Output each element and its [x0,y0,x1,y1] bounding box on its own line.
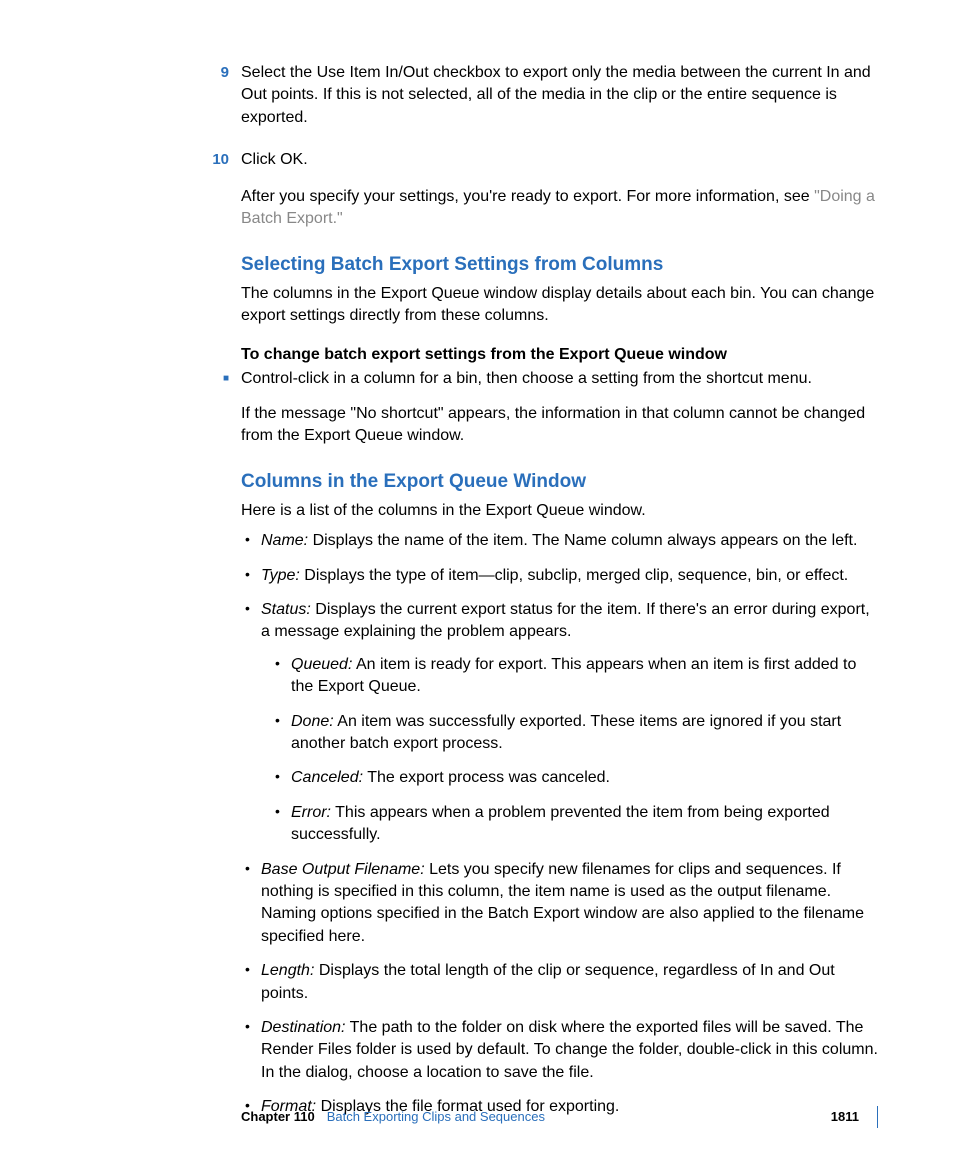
section-heading-selecting: Selecting Batch Export Settings from Col… [241,252,878,279]
procedure-text: Control-click in a column for a bin, the… [241,368,878,390]
footer-title: Batch Exporting Clips and Sequences [327,1108,817,1126]
step-body: Click OK. After you specify your setting… [241,149,878,230]
footer-page-number: 1811 [831,1108,859,1126]
term: Status: [261,601,311,618]
step-text: Select the Use Item In/Out checkbox to e… [241,62,878,129]
list-item: Type: Displays the type of item—clip, su… [241,565,878,587]
list-item: Queued: An item is ready for export. Thi… [261,654,878,699]
definition: Displays the name of the item. The Name … [308,532,857,549]
square-bullet-icon: ■ [76,368,241,390]
term: Queued: [291,656,352,673]
step-number: 10 [76,149,241,230]
step-text: Click OK. [241,151,308,168]
footer-chapter: Chapter 110 [241,1108,315,1126]
followup-text: After you specify your settings, you're … [241,188,814,205]
definition: The path to the folder on disk where the… [261,1019,878,1081]
step-9: 9 Select the Use Item In/Out checkbox to… [76,62,878,129]
term: Name: [261,532,308,549]
list-item: Destination: The path to the folder on d… [241,1017,878,1084]
list-item: Base Output Filename: Lets you specify n… [241,859,878,949]
term: Base Output Filename: [261,861,425,878]
definition: Displays the total length of the clip or… [261,962,835,1001]
section-heading-columns: Columns in the Export Queue Window [241,469,878,496]
definition: An item is ready for export. This appear… [291,656,856,695]
section-intro: Here is a list of the columns in the Exp… [241,500,878,522]
section-intro: The columns in the Export Queue window d… [241,283,878,328]
procedure-bullet: ■ Control-click in a column for a bin, t… [76,368,878,390]
term: Type: [261,567,300,584]
term: Done: [291,713,334,730]
list-item: Done: An item was successfully exported.… [261,711,878,756]
procedure-title: To change batch export settings from the… [241,344,878,366]
list-item: Name: Displays the name of the item. The… [241,530,878,552]
status-sublist: Queued: An item is ready for export. Thi… [261,654,878,847]
list-item: Length: Displays the total length of the… [241,960,878,1005]
list-item: Error: This appears when a problem preve… [261,802,878,847]
term: Length: [261,962,314,979]
page-footer: Chapter 110 Batch Exporting Clips and Se… [241,1106,878,1128]
list-item: Canceled: The export process was cancele… [261,767,878,789]
document-page: 9 Select the Use Item In/Out checkbox to… [0,0,954,1170]
note-text: If the message "No shortcut" appears, th… [241,403,878,448]
definition: Displays the type of item—clip, subclip,… [300,567,848,584]
term: Error: [291,804,331,821]
list-item: Status: Displays the current export stat… [241,599,878,847]
step-number: 9 [76,62,241,129]
definition: An item was successfully exported. These… [291,713,841,752]
column-list: Name: Displays the name of the item. The… [241,530,878,1118]
term: Canceled: [291,769,363,786]
definition: The export process was canceled. [363,769,610,786]
definition: Displays the current export status for t… [261,601,870,640]
term: Destination: [261,1019,346,1036]
definition: This appears when a problem prevented th… [291,804,830,843]
step-10: 10 Click OK. After you specify your sett… [76,149,878,230]
step-followup: After you specify your settings, you're … [241,186,878,231]
